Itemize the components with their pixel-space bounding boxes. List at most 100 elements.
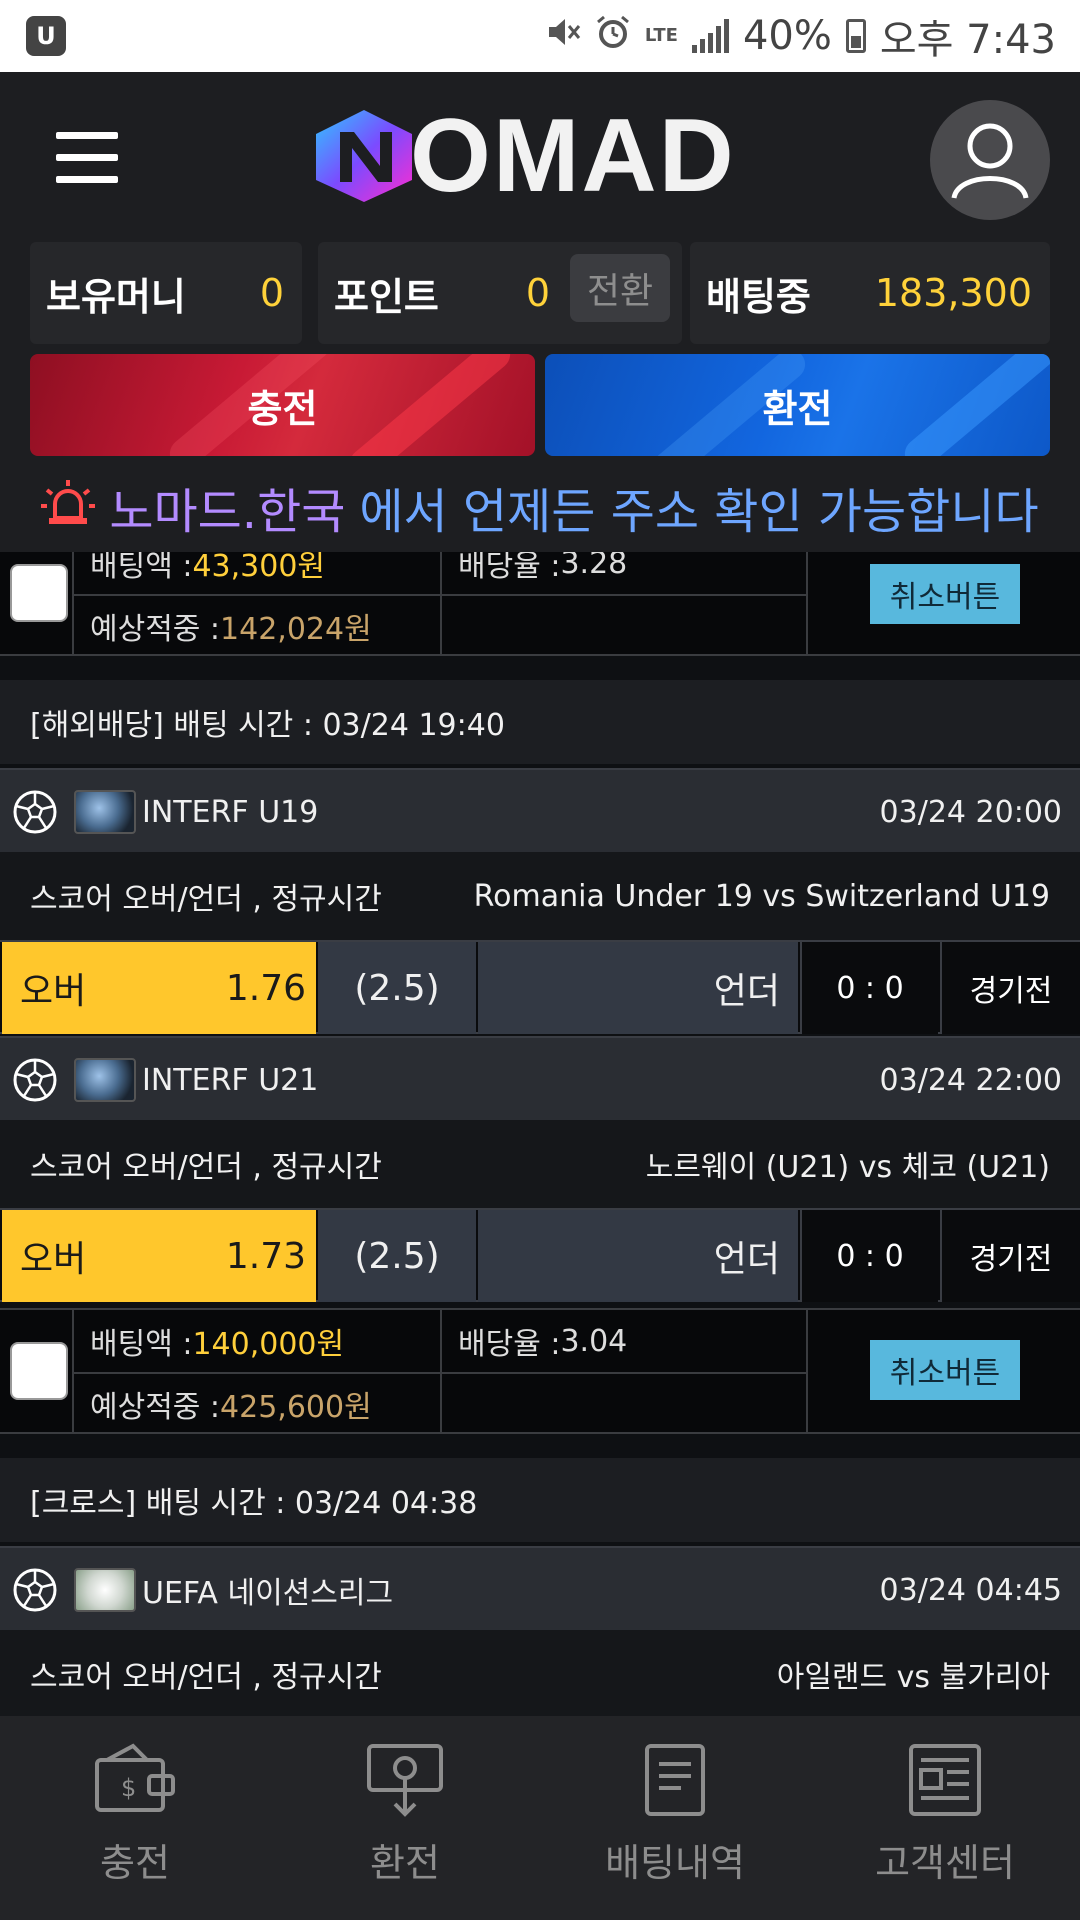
teams: 아일랜드 vs 불가리아 bbox=[776, 1660, 1050, 1695]
bottom-nav: $ 충전 환전 배팅내역 고객센터 bbox=[0, 1716, 1080, 1920]
nav-customer-center-label: 고객센터 bbox=[875, 1841, 1015, 1885]
nav-exchange-label: 환전 bbox=[370, 1841, 440, 1885]
lte-icon: LTE bbox=[644, 25, 678, 46]
cancel-button[interactable]: 취소버튼 bbox=[870, 1340, 1020, 1400]
money-label: 보유머니 bbox=[46, 274, 186, 319]
wallet-icon: $ bbox=[95, 1743, 175, 1812]
select-checkbox[interactable] bbox=[10, 564, 68, 622]
market-row: 스코어 오버/언더 , 정규시간 노르웨이 (U21) vs 체코 (U21) bbox=[0, 1120, 1080, 1208]
nav-charge-label: 충전 bbox=[100, 1841, 170, 1885]
nav-bet-history[interactable]: 배팅내역 bbox=[540, 1716, 810, 1920]
bet-time-header: [해외배당] 배팅 시간 : 03/24 19:40 bbox=[0, 680, 1080, 764]
action-buttons: 충전 환전 bbox=[0, 354, 1080, 462]
logo[interactable]: OMAD bbox=[310, 98, 770, 214]
nav-charge[interactable]: $ 충전 bbox=[0, 1716, 270, 1920]
logo-n-icon bbox=[316, 110, 412, 202]
user-icon[interactable] bbox=[930, 100, 1050, 220]
market-type: 스코어 오버/언더 , 정규시간 bbox=[30, 1660, 382, 1695]
bet-summary: 배팅액 : 43,300원 배당율 : 3.28 예상적중 : 142,024원… bbox=[0, 552, 1080, 656]
league-row: UEFA 네이션스리그 03/24 04:45 bbox=[0, 1546, 1080, 1630]
battery-percent: 40% bbox=[742, 13, 832, 59]
point-value: 0 bbox=[525, 271, 550, 315]
newspaper-icon bbox=[909, 1744, 981, 1816]
siren-icon bbox=[41, 478, 96, 537]
document-icon bbox=[645, 1744, 705, 1816]
point-label: 포인트 bbox=[334, 274, 439, 319]
nav-bet-history-label: 배팅내역 bbox=[605, 1841, 745, 1885]
odds-row: 오버 1.76 (2.5) 언더 0 : 0 경기전 bbox=[0, 940, 1080, 1034]
app-header: OMAD bbox=[0, 72, 1080, 234]
over-selection[interactable]: 오버 1.76 bbox=[2, 942, 316, 1034]
world-flag-icon bbox=[74, 1058, 136, 1102]
score: 0 : 0 bbox=[800, 1210, 938, 1302]
balance-row: 보유머니 0 포인트 0 전환 배팅중 183,300 bbox=[0, 234, 1080, 354]
alarm-icon bbox=[595, 14, 631, 59]
game-status: 경기전 bbox=[940, 942, 1080, 1034]
bet-history-list[interactable]: 배팅액 : 43,300원 배당율 : 3.28 예상적중 : 142,024원… bbox=[0, 552, 1080, 1716]
app-notification-icon: U bbox=[26, 16, 66, 56]
cancel-button[interactable]: 취소버튼 bbox=[870, 564, 1020, 624]
betting-box: 배팅중 183,300 bbox=[690, 242, 1050, 344]
teams: Romania Under 19 vs Switzerland U19 bbox=[473, 878, 1050, 914]
nav-customer-center[interactable]: 고객센터 bbox=[810, 1716, 1080, 1920]
convert-button[interactable]: 전환 bbox=[570, 254, 670, 322]
status-bar: U LTE 40% 오후 7:43 bbox=[0, 0, 1080, 72]
notice-domain[interactable]: 노마드.한국 bbox=[109, 472, 345, 542]
market-type: 스코어 오버/언더 , 정규시간 bbox=[30, 1150, 382, 1185]
soccer-ball-icon bbox=[13, 790, 57, 834]
logo-text: OMAD bbox=[410, 98, 736, 214]
league-row: INTERF U21 03/24 22:00 bbox=[0, 1036, 1080, 1120]
point-box: 포인트 0 전환 bbox=[318, 242, 682, 344]
league-name: UEFA 네이션스리그 bbox=[142, 1576, 394, 1611]
exchange-label: 환전 bbox=[762, 386, 833, 431]
under-selection[interactable]: 언더 bbox=[478, 942, 798, 1034]
game-time: 03/24 22:00 bbox=[879, 1062, 1062, 1098]
handicap: (2.5) bbox=[318, 1210, 476, 1302]
league-name: INTERF U21 bbox=[142, 1062, 319, 1098]
league-name: INTERF U19 bbox=[142, 794, 319, 830]
odds-row: 오버 1.73 (2.5) 언더 0 : 0 경기전 bbox=[0, 1208, 1080, 1302]
game-status: 경기전 bbox=[940, 1210, 1080, 1302]
bet-odds: 배당율 : 3.28 bbox=[442, 552, 808, 594]
charge-button[interactable]: 충전 bbox=[30, 354, 535, 456]
svg-text:$: $ bbox=[121, 1774, 136, 1802]
bet-amount: 배팅액 : 43,300원 bbox=[74, 552, 442, 594]
teams: 노르웨이 (U21) vs 체코 (U21) bbox=[645, 1150, 1050, 1185]
hamburger-icon[interactable] bbox=[56, 132, 118, 184]
bet-odds: 배당율 : 3.04 bbox=[442, 1310, 808, 1372]
under-selection[interactable]: 언더 bbox=[478, 1210, 798, 1302]
withdraw-icon bbox=[367, 1744, 443, 1817]
mute-icon bbox=[545, 14, 581, 59]
score: 0 : 0 bbox=[800, 942, 938, 1034]
signal-icon bbox=[691, 19, 729, 53]
league-row: INTERF U19 03/24 20:00 bbox=[0, 768, 1080, 852]
notice-banner: 노마드.한국 에서 언제든 주소 확인 가능합니다 bbox=[0, 462, 1080, 552]
select-checkbox[interactable] bbox=[10, 1342, 68, 1400]
money-value: 0 bbox=[259, 271, 284, 315]
soccer-ball-icon bbox=[13, 1058, 57, 1102]
soccer-ball-icon bbox=[13, 1568, 57, 1612]
world-flag-icon bbox=[74, 790, 136, 834]
charge-label: 충전 bbox=[247, 386, 318, 431]
status-icons: LTE 40% 오후 7:43 bbox=[545, 0, 1056, 72]
notice-text: 에서 언제든 주소 확인 가능합니다 bbox=[359, 484, 1039, 540]
money-box: 보유머니 0 bbox=[30, 242, 302, 344]
expected-win: 예상적중 : 425,600원 bbox=[74, 1374, 442, 1434]
bet-amount: 배팅액 : 140,000원 bbox=[74, 1310, 442, 1372]
game-time: 03/24 20:00 bbox=[879, 794, 1062, 830]
uefa-flag-icon bbox=[74, 1568, 136, 1612]
handicap: (2.5) bbox=[318, 942, 476, 1034]
exchange-button[interactable]: 환전 bbox=[545, 354, 1050, 456]
market-row: 스코어 오버/언더 , 정규시간 아일랜드 vs 불가리아 bbox=[0, 1630, 1080, 1716]
nav-exchange[interactable]: 환전 bbox=[270, 1716, 540, 1920]
market-row: 스코어 오버/언더 , 정규시간 Romania Under 19 vs Swi… bbox=[0, 852, 1080, 940]
bet-summary: 배팅액 : 140,000원 배당율 : 3.04 예상적중 : 425,600… bbox=[0, 1308, 1080, 1434]
bet-time-header: [크로스] 배팅 시간 : 03/24 04:38 bbox=[0, 1458, 1080, 1542]
game-time: 03/24 04:45 bbox=[879, 1572, 1062, 1608]
battery-icon bbox=[845, 19, 866, 53]
over-selection[interactable]: 오버 1.73 bbox=[2, 1210, 316, 1302]
clock: 오후 7:43 bbox=[879, 17, 1056, 63]
expected-win: 예상적중 : 142,024원 bbox=[74, 596, 442, 656]
betting-value: 183,300 bbox=[874, 271, 1032, 315]
betting-label: 배팅중 bbox=[706, 274, 811, 319]
